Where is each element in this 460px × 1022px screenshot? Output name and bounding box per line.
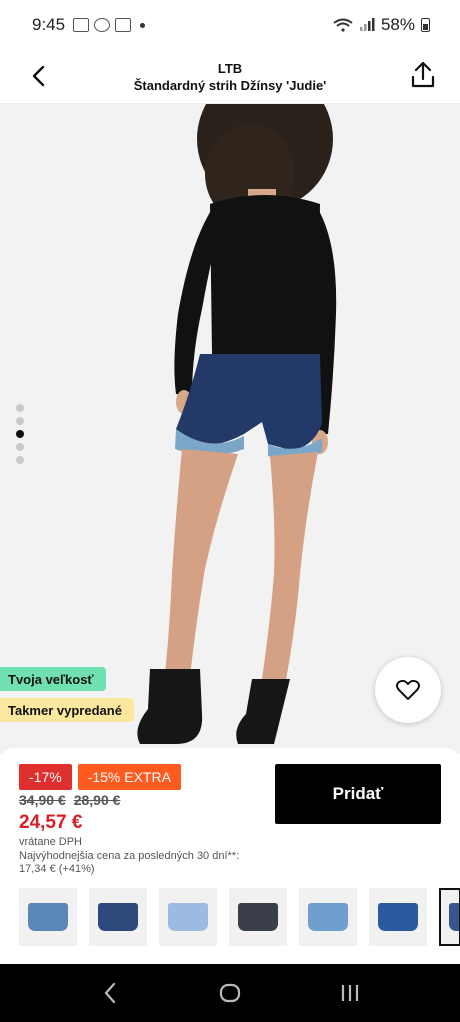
battery-percent: 58%: [380, 15, 415, 34]
product-title: Štandardný strih Džínsy 'Judie': [133, 77, 327, 93]
extra-discount-badge: -15% EXTRA: [77, 764, 181, 790]
shorts-swatch: [28, 903, 68, 931]
lowest-price-value: 17,34 € (+41%): [19, 863, 95, 875]
status-left: 9:45: [32, 15, 146, 35]
variant-thumbnails: [19, 888, 460, 946]
battery-icon: [421, 18, 430, 32]
signal-icon: [359, 18, 375, 31]
notification-app-icon: [73, 18, 90, 32]
shorts-swatch: [308, 903, 348, 931]
purchase-panel: -17% -15% EXTRA 34,90 € 28,90 € 24,57 € …: [0, 748, 460, 964]
nav-home-icon: [219, 983, 241, 1003]
chevron-left-icon: [32, 65, 45, 87]
brand-name: LTB: [217, 60, 243, 76]
page-dot[interactable]: [16, 456, 24, 464]
notification-grid-icon: [115, 18, 132, 32]
discount-badge: -17%: [19, 764, 72, 790]
page-dot[interactable]: [16, 443, 24, 451]
nav-back-icon: [104, 982, 116, 1004]
status-right: 58%: [333, 15, 430, 35]
wifi-icon: [333, 18, 353, 32]
almost-sold-out-badge: Takmer vypredané: [0, 698, 134, 722]
page-dot-active[interactable]: [16, 430, 24, 438]
more-notifications-icon: [140, 22, 146, 28]
nav-recents-icon: [341, 985, 359, 1001]
current-price: 24,57 €: [19, 812, 83, 833]
share-button[interactable]: [406, 58, 440, 92]
model-photo: [137, 104, 337, 744]
shorts-swatch: [168, 903, 208, 931]
discount-tags: -17% -15% EXTRA: [19, 764, 181, 790]
image-pagination: [16, 404, 24, 464]
variant-thumbnail[interactable]: [369, 888, 427, 946]
system-nav-bar: [0, 964, 460, 1022]
notification-settings-icon: [94, 18, 111, 32]
variant-thumbnail-selected[interactable]: [439, 888, 460, 946]
status-bar: 9:45 58%: [0, 0, 460, 50]
app-header: LTB Štandardný strih Džínsy 'Judie': [0, 50, 460, 104]
shorts-swatch: [378, 903, 418, 931]
variant-thumbnail[interactable]: [299, 888, 357, 946]
variant-thumbnail[interactable]: [159, 888, 217, 946]
product-image[interactable]: Tvoja veľkosť Takmer vypredané: [0, 104, 460, 754]
share-icon: [411, 61, 435, 88]
status-time: 9:45: [32, 15, 66, 34]
old-prices: 34,90 € 28,90 €: [19, 792, 120, 808]
notification-icons: [73, 18, 146, 32]
variant-thumbnail[interactable]: [89, 888, 147, 946]
lowest-price-note: Najvýhodnejšia cena za posledných 30 dní…: [19, 850, 264, 876]
add-to-cart-button[interactable]: Pridať: [275, 764, 441, 824]
page-dot[interactable]: [16, 417, 24, 425]
original-price: 34,90 €: [19, 792, 66, 808]
shorts-swatch: [98, 903, 138, 931]
back-button[interactable]: [22, 60, 54, 92]
heart-icon: [396, 679, 420, 700]
variant-thumbnail[interactable]: [229, 888, 287, 946]
previous-price: 28,90 €: [73, 792, 121, 808]
page-dot[interactable]: [16, 404, 24, 412]
shorts-swatch: [449, 903, 459, 931]
your-size-badge: Tvoja veľkosť: [0, 667, 106, 691]
vat-note: vrátane DPH: [19, 836, 82, 848]
variant-thumbnail[interactable]: [19, 888, 77, 946]
header-titles: LTB Štandardný strih Džínsy 'Judie': [134, 61, 327, 93]
lowest-price-label: Najvýhodnejšia cena za posledných 30 dní…: [19, 850, 240, 862]
nav-recents-button[interactable]: [330, 973, 370, 1013]
nav-back-button[interactable]: [90, 973, 130, 1013]
shorts-swatch: [238, 903, 278, 931]
nav-home-button[interactable]: [210, 973, 250, 1013]
wishlist-button[interactable]: [375, 657, 441, 723]
